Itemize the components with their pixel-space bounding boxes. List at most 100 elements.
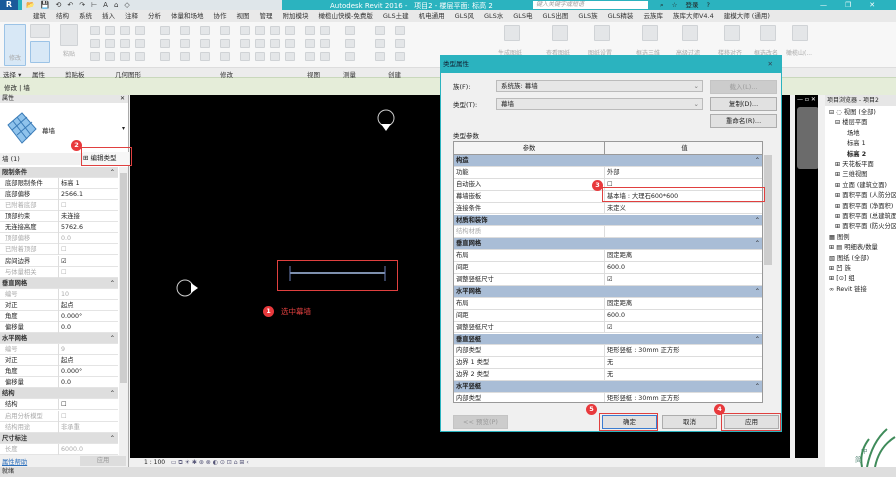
family-select[interactable]: 系统族: 幕墙 ⌄ — [496, 80, 703, 92]
property-value[interactable]: ☑ — [58, 255, 118, 267]
ribbon-tab[interactable]: 云族库 — [638, 10, 668, 22]
quick-access-icon[interactable]: ⌂ — [114, 1, 118, 9]
tool-icon[interactable] — [285, 26, 295, 35]
collapse-icon[interactable]: ⌃ — [110, 388, 115, 399]
property-value[interactable]: ☐ — [58, 399, 118, 411]
tool-button[interactable] — [792, 25, 808, 41]
property-value[interactable]: ☐ — [58, 266, 118, 278]
property-value[interactable]: 0.0 — [58, 233, 118, 245]
ribbon-tab[interactable]: 体量和场地 — [166, 10, 209, 22]
parameter-value[interactable]: 外部 — [604, 166, 762, 179]
dialog-close-button[interactable]: ✕ — [768, 56, 773, 73]
tool-icon[interactable] — [345, 39, 355, 48]
collapse-icon[interactable]: ⌃ — [755, 155, 760, 167]
column-header-value[interactable]: 值 — [604, 142, 762, 155]
parameter-value[interactable]: 600.0 — [604, 262, 762, 274]
ribbon-tab[interactable]: GLS风 — [450, 10, 479, 22]
tool-icon[interactable] — [120, 26, 130, 35]
parameter-value[interactable]: ☑ — [604, 274, 762, 286]
parameter-value[interactable]: 无 — [604, 369, 762, 382]
view-window-controls[interactable]: — ▫ ✕ — [797, 96, 816, 103]
properties-icon[interactable] — [30, 41, 50, 63]
type-select[interactable]: 幕墙 ⌄ — [496, 98, 703, 110]
tool-icon[interactable] — [90, 39, 100, 48]
tool-icon[interactable] — [160, 26, 170, 35]
tool-icon[interactable] — [345, 52, 355, 61]
property-group[interactable]: 限制条件 ⌃ — [0, 167, 118, 178]
view-control-icons[interactable]: ▭ ⧉ ☀ ✱ ⊛ ⊗ ◐ ⊙ ⊡ ⌂ ⊞ ‹ — [171, 459, 249, 466]
tool-icon[interactable] — [320, 39, 330, 48]
parameter-value[interactable] — [604, 226, 762, 239]
preview-button[interactable]: << 预览(P) — [453, 415, 508, 429]
tool-button[interactable] — [724, 25, 740, 41]
browser-node[interactable]: ⊞ 面积平面 (防火分区) — [835, 222, 896, 232]
quick-access-icon[interactable]: A — [103, 1, 108, 9]
property-value[interactable]: ☐ — [58, 410, 118, 422]
search-input[interactable]: 键入关键字或短语 — [533, 1, 648, 9]
tool-icon[interactable] — [375, 39, 385, 48]
tool-button[interactable] — [504, 25, 520, 41]
collapse-icon[interactable]: ⌃ — [110, 167, 115, 178]
tool-button[interactable] — [594, 25, 610, 41]
tool-icon[interactable] — [270, 26, 280, 35]
ribbon-tab[interactable]: GLS水 — [479, 10, 508, 22]
property-group[interactable]: 结构 ⌃ — [0, 388, 118, 400]
ribbon-tab[interactable]: 管理 — [255, 10, 278, 22]
tool-icon[interactable] — [180, 39, 190, 48]
load-button[interactable]: 载入(L)... — [710, 80, 777, 94]
tool-icon[interactable] — [285, 52, 295, 61]
tool-icon[interactable] — [90, 52, 100, 61]
browser-node[interactable]: ⊟ ◌ 视图 (全部) — [829, 108, 876, 118]
tool-icon[interactable] — [135, 39, 145, 48]
parameter-value[interactable]: 矩形竖梃 : 30mm 正方形 — [604, 345, 762, 358]
parameter-group[interactable]: 水平竖梃 ⌃ — [454, 381, 762, 393]
browser-node[interactable]: ⊞ 三维视图 — [835, 170, 867, 180]
ribbon-tab[interactable]: GLS出图 — [538, 10, 574, 22]
tool-icon[interactable] — [220, 52, 230, 61]
ribbon-tab[interactable]: GLS电 — [508, 10, 537, 22]
type-properties-icon[interactable] — [30, 24, 50, 38]
collapse-icon[interactable]: ⌃ — [755, 381, 760, 393]
property-value[interactable]: ☐ — [58, 244, 118, 256]
browser-node[interactable]: ⊞ ▤ 明细表/数量 — [829, 243, 878, 253]
parameter-group[interactable]: 材质和装饰 ⌃ — [454, 214, 762, 227]
ribbon-tab[interactable]: 附加模块 — [278, 10, 314, 22]
browser-node[interactable]: ⊞ 面积平面 (总建筑面积) — [835, 212, 896, 222]
parameter-value[interactable]: 600.0 — [604, 309, 762, 322]
browser-node[interactable]: ⊟ 楼层平面 — [835, 118, 867, 128]
collapse-icon[interactable]: ⌃ — [110, 278, 115, 289]
ribbon-tab[interactable]: 结构 — [51, 10, 74, 22]
collapse-icon[interactable]: ⌃ — [755, 215, 760, 227]
tool-icon[interactable] — [375, 26, 385, 35]
app-menu-button[interactable]: R — [0, 0, 18, 10]
column-header-param[interactable]: 参数 — [454, 142, 604, 155]
tool-icon[interactable] — [240, 52, 250, 61]
quick-access-icon[interactable]: ↷ — [79, 1, 85, 9]
tool-icon[interactable] — [105, 39, 115, 48]
close-button[interactable]: ✕ — [869, 0, 875, 10]
help-icon[interactable]: ? — [706, 0, 709, 10]
browser-node[interactable]: ⊞ 凹 族 — [829, 264, 851, 274]
property-value[interactable]: 标高 1 — [58, 178, 118, 190]
ribbon-tab[interactable]: 注释 — [120, 10, 143, 22]
ribbon-tab[interactable]: 视图 — [232, 10, 255, 22]
quick-access-icon[interactable]: ⊢ — [91, 1, 97, 9]
browser-node[interactable]: 标高 2 — [847, 150, 866, 160]
level-marker-icon[interactable] — [377, 109, 395, 131]
scale-selector[interactable]: 1 : 100 — [144, 459, 165, 466]
tool-icon[interactable] — [220, 26, 230, 35]
tool-icon[interactable] — [375, 52, 385, 61]
browser-node[interactable]: ⊞ 面积平面 (人防分区) — [835, 191, 896, 201]
property-value[interactable]: 10 — [58, 288, 118, 300]
browser-node[interactable]: ⊞ 面积平面 (净面积) — [835, 202, 893, 212]
parameter-value[interactable]: 固定距离 — [604, 297, 762, 310]
tool-icon[interactable] — [320, 26, 330, 35]
parameter-group[interactable]: 垂直网格 ⌃ — [454, 238, 762, 251]
tool-icon[interactable] — [200, 52, 210, 61]
tool-icon[interactable] — [240, 39, 250, 48]
star-icon[interactable]: ☆ — [672, 0, 678, 10]
property-value[interactable]: 9 — [58, 344, 118, 356]
property-value[interactable]: 0.000° — [58, 366, 118, 378]
properties-help-link[interactable]: 属性帮助 — [2, 457, 27, 466]
ribbon-tab[interactable]: 建模大师 (通用) — [719, 10, 775, 22]
